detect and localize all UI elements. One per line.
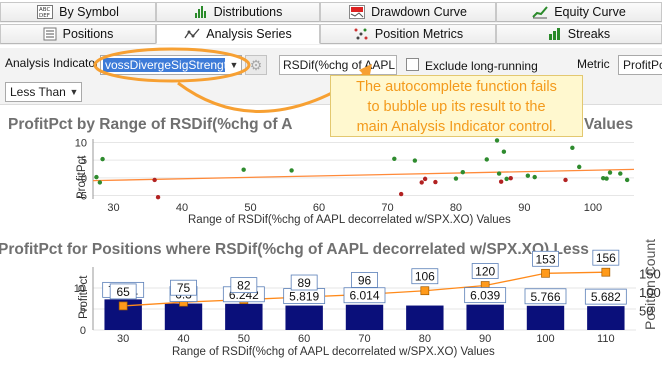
count-label: 65	[116, 285, 130, 299]
bar	[345, 304, 384, 330]
count-label: 82	[237, 279, 251, 293]
count-label: 156	[596, 251, 616, 265]
x-tick-label: 100	[536, 333, 554, 345]
x-tick-label: 50	[238, 333, 250, 345]
y-tick-label: 0	[80, 325, 86, 337]
y-tick-label: 10	[74, 283, 86, 295]
count-label: 153	[535, 252, 555, 266]
x-tick-label: 30	[117, 333, 129, 345]
x-tick-label: 110	[597, 333, 615, 345]
bar	[285, 305, 323, 330]
x-tick-label: 80	[419, 333, 431, 345]
x-tick-label: 60	[298, 333, 310, 345]
count-marker	[118, 301, 128, 311]
profit-label: 5.819	[289, 290, 319, 304]
chart2-bar-line: 051050100150304050607080901001107.2916.3…	[74, 249, 661, 345]
bar	[587, 306, 625, 330]
count-marker	[420, 286, 430, 296]
count-label: 96	[358, 273, 372, 287]
profit-label: 6.014	[349, 289, 379, 303]
count-label: 89	[297, 276, 311, 290]
y2-tick-label: 150	[639, 266, 661, 281]
count-label: 120	[475, 265, 495, 279]
x-tick-label: 70	[358, 333, 370, 345]
count-marker	[541, 268, 550, 278]
bar	[406, 305, 444, 330]
bar	[164, 303, 203, 330]
callout-line: The autocomplete function fails	[356, 79, 557, 95]
count-label: 106	[415, 270, 435, 284]
profit-label: 5.766	[530, 290, 560, 304]
bar	[466, 304, 504, 330]
y2-tick-label: 50	[639, 303, 653, 318]
count-label: 75	[177, 281, 191, 295]
profit-label: 5.682	[591, 290, 621, 304]
y-tick-label: 5	[80, 304, 86, 316]
y2-tick-label: 100	[639, 285, 661, 300]
count-marker	[601, 267, 611, 277]
x-tick-label: 40	[177, 333, 189, 345]
profit-label: 6.039	[470, 289, 500, 303]
callout-line: main Analysis Indicator control.	[356, 119, 557, 135]
bar	[526, 305, 565, 330]
callout-line: to bubble up its result to the	[367, 99, 546, 115]
bar	[225, 303, 263, 330]
x-tick-label: 90	[479, 333, 491, 345]
annotation-callout: The autocomplete function fails to bubbl…	[330, 75, 583, 137]
